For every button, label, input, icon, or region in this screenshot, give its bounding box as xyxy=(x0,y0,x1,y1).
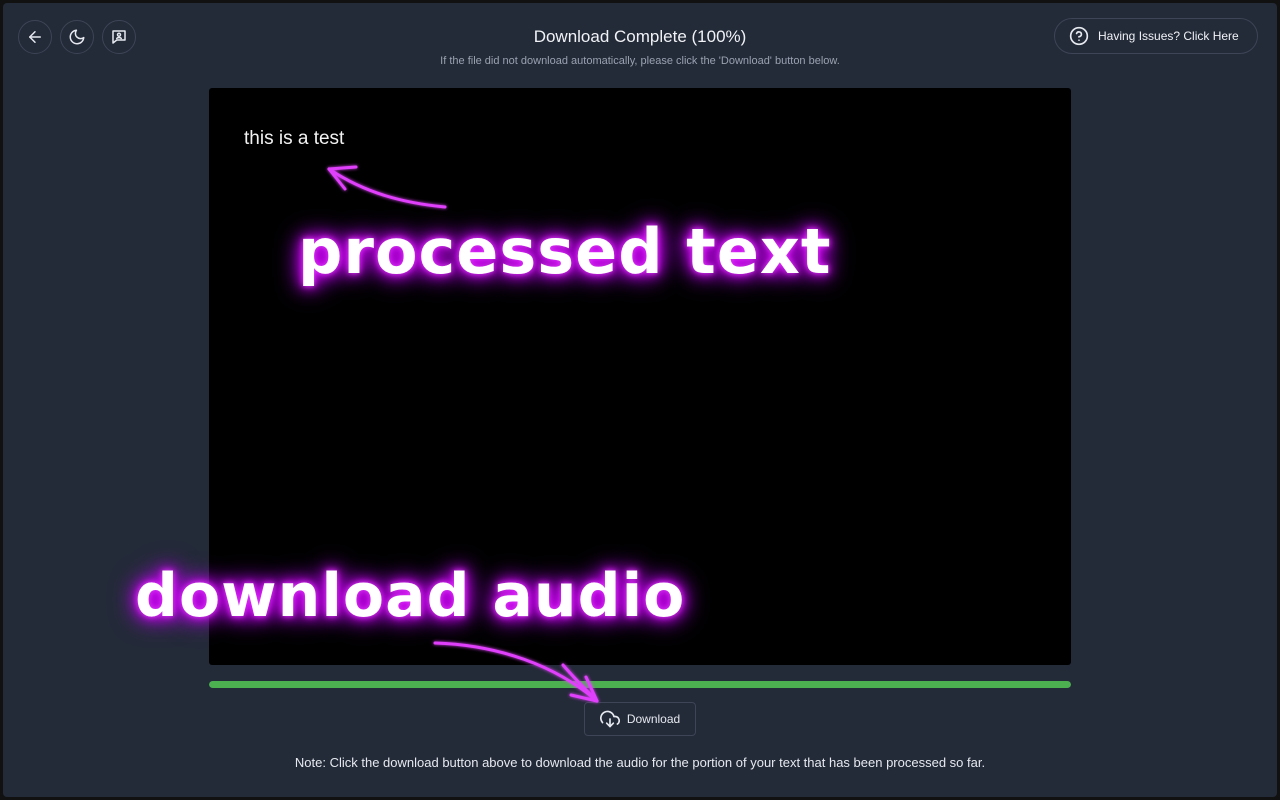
progress-bar-fill xyxy=(209,681,1071,688)
question-circle-icon xyxy=(1069,26,1089,46)
annotation-processed-text: processed text xyxy=(298,215,832,288)
cloud-download-icon xyxy=(599,710,620,728)
download-button-label: Download xyxy=(626,712,681,726)
app-window: Download Complete (100%) If the file did… xyxy=(3,3,1277,797)
help-button[interactable]: Having Issues? Click Here xyxy=(1054,18,1258,54)
download-button[interactable]: Download xyxy=(584,702,696,736)
processed-text: this is a test xyxy=(244,128,345,149)
annotation-download-audio: download audio xyxy=(135,561,686,631)
page-subtitle: If the file did not download automatical… xyxy=(440,55,840,67)
help-button-label: Having Issues? Click Here xyxy=(1098,29,1239,43)
progress-bar xyxy=(209,681,1071,688)
download-note: Note: Click the download button above to… xyxy=(294,755,986,770)
